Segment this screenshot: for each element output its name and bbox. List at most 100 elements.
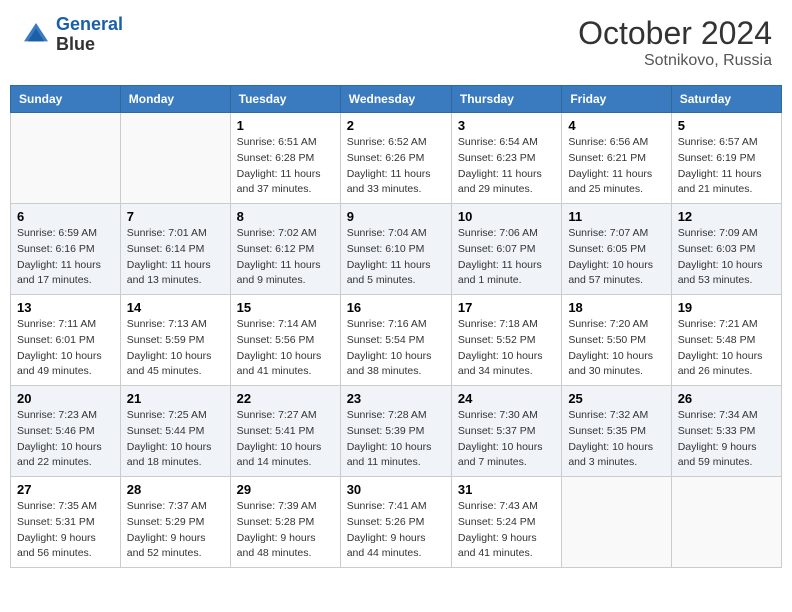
day-number: 6 — [17, 209, 114, 224]
day-info: Sunrise: 6:51 AMSunset: 6:28 PMDaylight:… — [237, 135, 334, 198]
calendar-cell: 28 Sunrise: 7:37 AMSunset: 5:29 PMDayligh… — [120, 477, 230, 568]
day-info: Sunrise: 7:25 AMSunset: 5:44 PMDaylight:… — [127, 408, 224, 471]
day-info: Sunrise: 7:23 AMSunset: 5:46 PMDaylight:… — [17, 408, 114, 471]
day-number: 15 — [237, 300, 334, 315]
day-info: Sunrise: 7:41 AMSunset: 5:26 PMDaylight:… — [347, 499, 445, 562]
calendar-cell: 20Sunrise: 7:23 AMSunset: 5:46 PMDayligh… — [11, 386, 121, 477]
day-info: Sunrise: 7:02 AMSunset: 6:12 PMDaylight:… — [237, 226, 334, 289]
calendar-cell: 12Sunrise: 7:09 AMSunset: 6:03 PMDayligh… — [671, 204, 781, 295]
calendar-cell — [671, 477, 781, 568]
calendar-cell: 9 Sunrise: 7:04 AMSunset: 6:10 PMDaylight… — [340, 204, 451, 295]
calendar-cell: 31Sunrise: 7:43 AMSunset: 5:24 PMDayligh… — [451, 477, 561, 568]
day-info: Sunrise: 7:13 AMSunset: 5:59 PMDaylight:… — [127, 317, 224, 380]
weekday-header-tuesday: Tuesday — [230, 86, 340, 113]
calendar-cell: 15 Sunrise: 7:14 AMSunset: 5:56 PMDayligh… — [230, 295, 340, 386]
day-info: Sunrise: 6:54 AMSunset: 6:23 PMDaylight:… — [458, 135, 555, 198]
calendar-cell: 3 Sunrise: 6:54 AMSunset: 6:23 PMDaylight… — [451, 113, 561, 204]
day-info: Sunrise: 7:14 AMSunset: 5:56 PMDaylight:… — [237, 317, 334, 380]
day-number: 28 — [127, 482, 224, 497]
calendar-cell: 18Sunrise: 7:20 AMSunset: 5:50 PMDayligh… — [562, 295, 671, 386]
calendar-cell: 7 Sunrise: 7:01 AMSunset: 6:14 PMDaylight… — [120, 204, 230, 295]
day-number: 8 — [237, 209, 334, 224]
calendar-cell: 13 Sunrise: 7:11 AMSunset: 6:01 PMDayligh… — [11, 295, 121, 386]
day-info: Sunrise: 6:57 AMSunset: 6:19 PMDaylight:… — [678, 135, 775, 198]
calendar-cell: 8 Sunrise: 7:02 AMSunset: 6:12 PMDaylight… — [230, 204, 340, 295]
day-number: 4 — [568, 118, 664, 133]
calendar-cell: 30 Sunrise: 7:41 AMSunset: 5:26 PMDayligh… — [340, 477, 451, 568]
calendar-cell: 26 Sunrise: 7:34 AMSunset: 5:33 PMDayligh… — [671, 386, 781, 477]
day-number: 16 — [347, 300, 445, 315]
calendar-cell: 23 Sunrise: 7:28 AMSunset: 5:39 PMDayligh… — [340, 386, 451, 477]
day-number: 30 — [347, 482, 445, 497]
day-info: Sunrise: 7:28 AMSunset: 5:39 PMDaylight:… — [347, 408, 445, 471]
weekday-header-sunday: Sunday — [11, 86, 121, 113]
calendar-cell: 17 Sunrise: 7:18 AMSunset: 5:52 PMDayligh… — [451, 295, 561, 386]
weekday-header-monday: Monday — [120, 86, 230, 113]
weekday-header-friday: Friday — [562, 86, 671, 113]
day-info: Sunrise: 7:34 AMSunset: 5:33 PMDaylight:… — [678, 408, 775, 471]
day-number: 2 — [347, 118, 445, 133]
calendar-cell — [120, 113, 230, 204]
day-info: Sunrise: 6:59 AMSunset: 6:16 PMDaylight:… — [17, 226, 114, 289]
day-number: 26 — [678, 391, 775, 406]
day-number: 25 — [568, 391, 664, 406]
day-number: 27 — [17, 482, 114, 497]
title-block: October 2024 Sotnikovo, Russia — [578, 15, 772, 70]
day-info: Sunrise: 7:21 AMSunset: 5:48 PMDaylight:… — [678, 317, 775, 380]
day-info: Sunrise: 7:07 AMSunset: 6:05 PMDaylight:… — [568, 226, 664, 289]
weekday-header-wednesday: Wednesday — [340, 86, 451, 113]
logo-text: General Blue — [56, 15, 123, 55]
calendar-cell: 24 Sunrise: 7:30 AMSunset: 5:37 PMDayligh… — [451, 386, 561, 477]
month-year: October 2024 — [578, 15, 772, 52]
day-number: 1 — [237, 118, 334, 133]
day-number: 23 — [347, 391, 445, 406]
calendar-cell: 6 Sunrise: 6:59 AMSunset: 6:16 PMDaylight… — [11, 204, 121, 295]
calendar-cell: 11Sunrise: 7:07 AMSunset: 6:05 PMDayligh… — [562, 204, 671, 295]
calendar-cell: 1 Sunrise: 6:51 AMSunset: 6:28 PMDaylight… — [230, 113, 340, 204]
calendar-cell: 19 Sunrise: 7:21 AMSunset: 5:48 PMDayligh… — [671, 295, 781, 386]
day-info: Sunrise: 7:18 AMSunset: 5:52 PMDaylight:… — [458, 317, 555, 380]
day-info: Sunrise: 7:04 AMSunset: 6:10 PMDaylight:… — [347, 226, 445, 289]
calendar-cell: 25 Sunrise: 7:32 AMSunset: 5:35 PMDayligh… — [562, 386, 671, 477]
day-number: 31 — [458, 482, 555, 497]
day-info: Sunrise: 7:16 AMSunset: 5:54 PMDaylight:… — [347, 317, 445, 380]
day-number: 29 — [237, 482, 334, 497]
day-number: 17 — [458, 300, 555, 315]
day-info: Sunrise: 7:39 AMSunset: 5:28 PMDaylight:… — [237, 499, 334, 562]
day-info: Sunrise: 7:37 AMSunset: 5:29 PMDaylight:… — [127, 499, 224, 562]
day-number: 3 — [458, 118, 555, 133]
day-info: Sunrise: 7:32 AMSunset: 5:35 PMDaylight:… — [568, 408, 664, 471]
calendar-cell: 27 Sunrise: 7:35 AMSunset: 5:31 PMDayligh… — [11, 477, 121, 568]
day-number: 19 — [678, 300, 775, 315]
day-info: Sunrise: 6:52 AMSunset: 6:26 PMDaylight:… — [347, 135, 445, 198]
day-info: Sunrise: 7:01 AMSunset: 6:14 PMDaylight:… — [127, 226, 224, 289]
calendar-cell — [562, 477, 671, 568]
calendar-cell: 22Sunrise: 7:27 AMSunset: 5:41 PMDayligh… — [230, 386, 340, 477]
calendar-cell: 4Sunrise: 6:56 AMSunset: 6:21 PMDaylight… — [562, 113, 671, 204]
day-info: Sunrise: 7:35 AMSunset: 5:31 PMDaylight:… — [17, 499, 114, 562]
calendar: SundayMondayTuesdayWednesdayThursdayFrid… — [10, 85, 782, 568]
calendar-cell: 16 Sunrise: 7:16 AMSunset: 5:54 PMDayligh… — [340, 295, 451, 386]
day-number: 13 — [17, 300, 114, 315]
logo-icon — [20, 19, 52, 51]
day-info: Sunrise: 7:27 AMSunset: 5:41 PMDaylight:… — [237, 408, 334, 471]
calendar-cell: 5 Sunrise: 6:57 AMSunset: 6:19 PMDaylight… — [671, 113, 781, 204]
weekday-header-saturday: Saturday — [671, 86, 781, 113]
calendar-cell: 29 Sunrise: 7:39 AMSunset: 5:28 PMDayligh… — [230, 477, 340, 568]
calendar-cell — [11, 113, 121, 204]
day-info: Sunrise: 7:20 AMSunset: 5:50 PMDaylight:… — [568, 317, 664, 380]
logo: General Blue — [20, 15, 123, 55]
day-info: Sunrise: 7:11 AMSunset: 6:01 PMDaylight:… — [17, 317, 114, 380]
day-info: Sunrise: 7:06 AMSunset: 6:07 PMDaylight:… — [458, 226, 555, 289]
day-number: 24 — [458, 391, 555, 406]
day-number: 12 — [678, 209, 775, 224]
day-number: 9 — [347, 209, 445, 224]
day-number: 10 — [458, 209, 555, 224]
day-number: 7 — [127, 209, 224, 224]
calendar-cell: 10 Sunrise: 7:06 AMSunset: 6:07 PMDayligh… — [451, 204, 561, 295]
day-info: Sunrise: 7:30 AMSunset: 5:37 PMDaylight:… — [458, 408, 555, 471]
day-number: 21 — [127, 391, 224, 406]
day-number: 5 — [678, 118, 775, 133]
weekday-header-thursday: Thursday — [451, 86, 561, 113]
calendar-cell: 2 Sunrise: 6:52 AMSunset: 6:26 PMDaylight… — [340, 113, 451, 204]
